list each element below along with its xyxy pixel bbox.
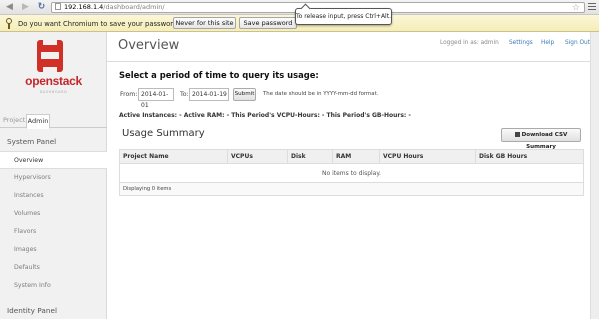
from-label: From: (120, 91, 138, 98)
help-link[interactable]: Help (541, 40, 554, 46)
settings-link[interactable]: Settings (509, 40, 533, 46)
col-ram[interactable]: RAM (332, 150, 379, 164)
main-content: Overview Logged in as: admin Settings He… (107, 32, 599, 319)
col-project-name[interactable]: Project Name (120, 150, 227, 164)
to-date-input[interactable]: 2014-01-19 (189, 88, 229, 101)
forward-arrow-icon[interactable]: ▶ (20, 2, 31, 13)
tab-project[interactable]: Project (3, 114, 25, 128)
logo-text: openstack (25, 74, 82, 88)
url-host: 192.168.1.4 (64, 3, 104, 11)
system-panel-title: System Panel (7, 137, 57, 146)
infobar-message: Do you want Chromium to save your passwo… (18, 20, 181, 28)
table-footer: Displaying 0 items (120, 183, 583, 195)
date-format-hint: The date should be in YYYY-mm-dd format. (263, 91, 379, 97)
never-save-button[interactable]: Never for this site (173, 17, 236, 29)
sidebar: openstack DASHBOARD Project Admin System… (0, 32, 107, 319)
table-header: Project Name VCPUs Disk RAM VCPU Hours D… (120, 150, 583, 164)
page-icon (55, 3, 61, 10)
logo-cube-icon (37, 40, 63, 72)
query-heading: Select a period of time to query its usa… (119, 70, 319, 80)
save-password-button[interactable]: Save password (239, 17, 297, 29)
download-csv-label: Download CSV Summary (521, 132, 568, 150)
identity-panel-title[interactable]: Identity Panel (7, 306, 57, 315)
logged-in-label: Logged in as: admin (440, 40, 499, 46)
sidebar-item-defaults[interactable]: Defaults (0, 259, 107, 277)
sidebar-item-hypervisors[interactable]: Hypervisors (0, 169, 107, 187)
from-date-input[interactable]: 2014-01-01 (138, 88, 174, 109)
sign-out-link[interactable]: Sign Out (565, 40, 590, 46)
usage-summary-line: Active Instances: - Active RAM: - This P… (119, 112, 411, 119)
logo-subtext: DASHBOARD (39, 90, 68, 94)
page-scrollbar[interactable] (590, 32, 599, 319)
url-path: /dashboard/admin/ (103, 3, 165, 11)
sidebar-item-instances[interactable]: Instances (0, 187, 107, 205)
to-label: To: (180, 91, 189, 98)
release-input-tooltip: To release input, press Ctrl+Alt. (295, 8, 392, 25)
browser-menu-icon[interactable] (588, 3, 596, 12)
col-vcpus[interactable]: VCPUs (227, 150, 287, 164)
bookmark-star-icon[interactable]: ☆ (572, 3, 580, 13)
table-empty-row: No items to display. (120, 164, 583, 183)
openstack-logo[interactable]: openstack DASHBOARD (0, 40, 107, 98)
reload-icon[interactable]: ↻ (36, 2, 47, 13)
page-header: Overview Logged in as: admin Settings He… (107, 32, 599, 62)
col-disk[interactable]: Disk (287, 150, 332, 164)
key-icon (5, 18, 13, 29)
tab-admin[interactable]: Admin (26, 114, 50, 129)
sidebar-item-volumes[interactable]: Volumes (0, 205, 107, 223)
col-disk-gb-hours[interactable]: Disk GB Hours (475, 150, 583, 164)
download-csv-button[interactable]: Download CSV Summary (501, 128, 581, 150)
page-title: Overview (118, 38, 180, 53)
sidebar-item-images[interactable]: Images (0, 241, 107, 259)
usage-summary-title: Usage Summary (122, 128, 205, 139)
sidebar-item-overview[interactable]: Overview (0, 151, 107, 169)
col-vcpu-hours[interactable]: VCPU Hours (379, 150, 475, 164)
dashboard-tabs: Project Admin (0, 114, 107, 129)
submit-button[interactable]: Submit (233, 88, 256, 101)
download-icon (514, 131, 520, 137)
back-arrow-icon[interactable]: ◀ (4, 2, 15, 13)
sidebar-item-flavors[interactable]: Flavors (0, 223, 107, 241)
sidebar-item-system-info[interactable]: System Info (0, 277, 107, 295)
usage-table: Project Name VCPUs Disk RAM VCPU Hours D… (119, 149, 584, 196)
system-panel-nav: Overview Hypervisors Instances Volumes F… (0, 151, 107, 295)
